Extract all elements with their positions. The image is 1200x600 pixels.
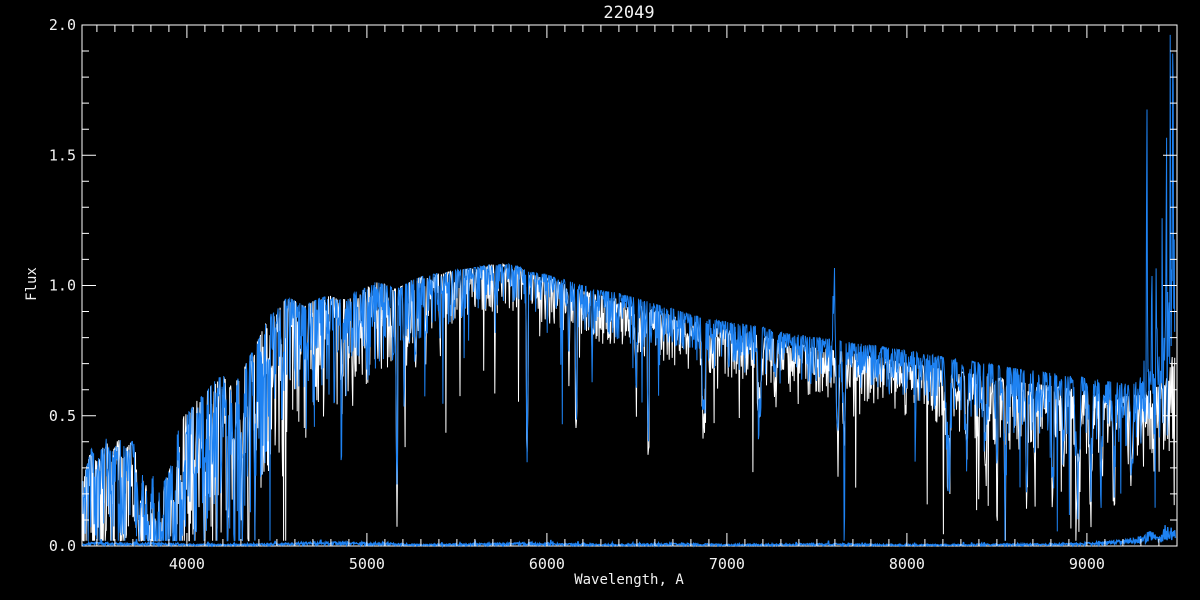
x-axis-label: Wavelength, A: [574, 572, 684, 588]
y-tick-label: 1.0: [49, 277, 76, 295]
chart-title: 22049: [603, 3, 654, 23]
x-tick-label: 8000: [889, 555, 925, 573]
y-tick-label: 2.0: [49, 16, 76, 34]
spectrum-chart: 4000 5000 6000 7000 8000 90000.00.51.01.52.0 …: [0, 0, 1200, 600]
x-tick-label: 5000: [349, 555, 385, 573]
y-tick-label: 1.5: [49, 146, 76, 164]
y-tick-label: 0.0: [49, 537, 76, 555]
plot-window: 4000 5000 6000 7000 8000 9000 0.0 0.5 1.0 1.5 2.0 …: [0, 0, 1200, 600]
x-tick-label: 4000: [169, 555, 205, 573]
x-tick-label: 9000: [1069, 555, 1105, 573]
x-tick-label: 7000: [709, 555, 745, 573]
y-axis-label: Flux: [24, 267, 40, 301]
x-tick-label: 6000: [529, 555, 565, 573]
y-tick-label: 0.5: [49, 407, 76, 425]
